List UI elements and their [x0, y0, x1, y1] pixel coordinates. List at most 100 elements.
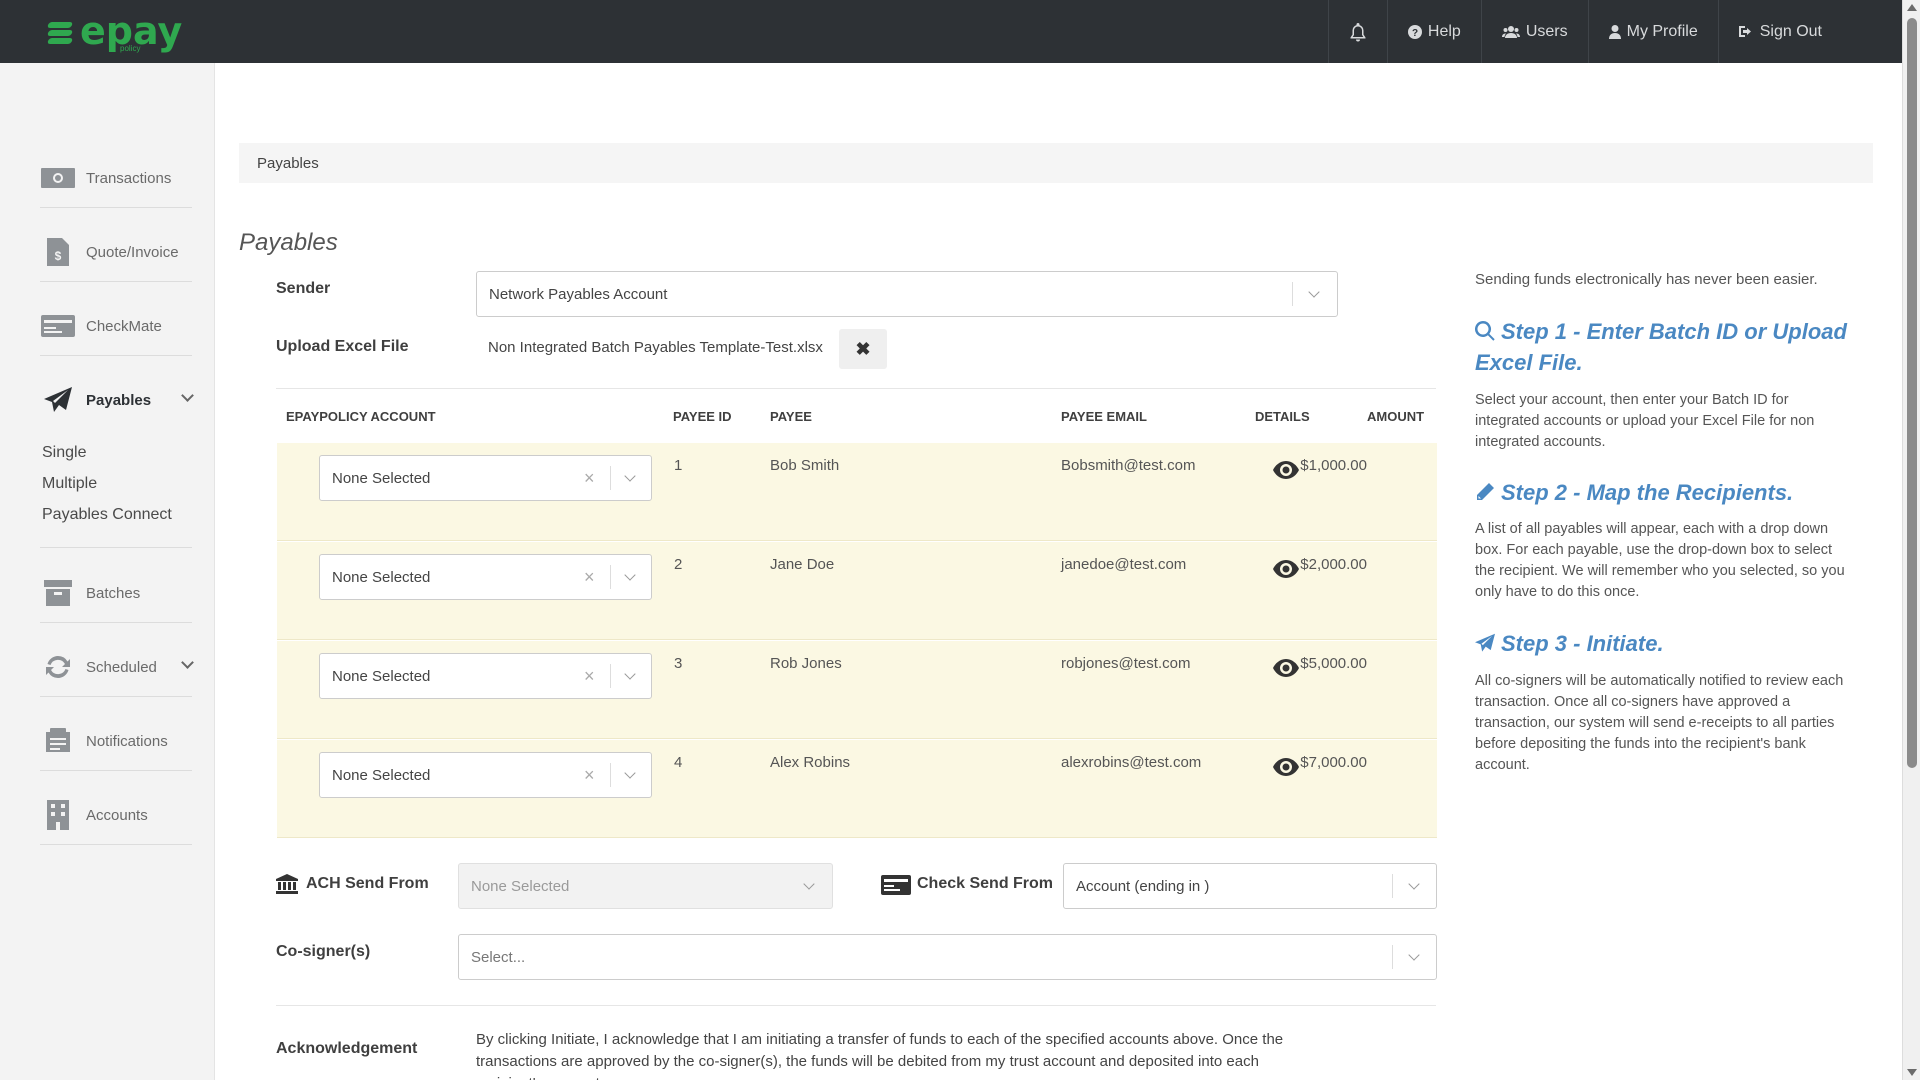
acknowledgement-text: By clicking Initiate, I acknowledge that… — [476, 1031, 1284, 1080]
column-header-payee-email: PAYEE EMAIL — [1061, 409, 1147, 424]
users-link[interactable]: Users — [1480, 0, 1588, 63]
account-select-value: None Selected — [332, 469, 431, 487]
ach-send-from-label: ACH Send From — [306, 875, 429, 892]
ach-select-value: None Selected — [471, 877, 570, 895]
clear-icon[interactable]: × — [584, 666, 595, 687]
users-label: Users — [1525, 22, 1568, 40]
paper-plane-icon — [40, 385, 76, 415]
chevron-down-icon[interactable] — [181, 389, 194, 402]
column-header-account: EPAYPOLICY ACCOUNT — [286, 409, 436, 424]
step-2-title: Step 2 - Map the Recipients. — [1475, 477, 1865, 508]
check-send-from-select[interactable]: Account (ending in ) — [1063, 863, 1437, 909]
ach-send-from-select[interactable]: None Selected — [458, 863, 833, 909]
my-profile-link[interactable]: My Profile — [1587, 0, 1718, 63]
sidebar-item-batches[interactable]: Batches — [40, 578, 192, 608]
sidebar: Transactions $ Quote/Invoice CheckMate P… — [0, 63, 215, 1080]
chevron-down-icon — [624, 668, 636, 680]
sidebar-item-transactions[interactable]: Transactions — [40, 163, 192, 193]
paper-plane-icon — [1475, 633, 1495, 652]
sender-select[interactable]: Network Payables Account — [476, 271, 1338, 317]
select-separator — [1392, 945, 1393, 969]
sidebar-item-quote-invoice[interactable]: $ Quote/Invoice — [40, 237, 192, 267]
account-select-value: None Selected — [332, 568, 431, 586]
sidebar-item-accounts[interactable]: Accounts — [40, 800, 192, 830]
account-select-value: None Selected — [332, 766, 431, 784]
question-circle-icon: ? — [1407, 24, 1422, 39]
sign-out-link[interactable]: Sign Out — [1717, 0, 1902, 63]
check-icon — [40, 311, 76, 341]
scrollbar-thumb[interactable] — [1907, 18, 1917, 768]
bell-icon — [1350, 22, 1366, 41]
column-header-details: DETAILS — [1255, 409, 1310, 424]
step-2-body: A list of all payables will appear, each… — [1475, 521, 1845, 600]
select-separator — [1292, 282, 1293, 306]
chevron-down-icon — [624, 767, 636, 779]
account-select[interactable]: None Selected × — [319, 554, 652, 600]
step-1-title-text: Step 1 - Enter Batch ID or Upload Excel … — [1475, 319, 1847, 375]
page-scrollbar[interactable] — [1902, 0, 1920, 1080]
sidebar-item-label: CheckMate — [86, 317, 162, 335]
payee-id: 2 — [674, 556, 683, 573]
sidebar-divider — [40, 207, 192, 208]
step-3-title: Step 3 - Initiate. — [1475, 628, 1865, 659]
column-header-amount: AMOUNT — [1367, 409, 1425, 424]
select-separator — [610, 466, 611, 490]
sidebar-item-payables[interactable]: Payables — [40, 385, 194, 415]
close-icon: ✖ — [855, 338, 871, 359]
clear-icon[interactable]: × — [584, 468, 595, 489]
cosigner-label: Co-signer(s) — [276, 943, 371, 960]
sidebar-subitem-single[interactable]: Single — [42, 444, 86, 462]
sidebar-subitem-multiple[interactable]: Multiple — [42, 475, 97, 493]
search-icon — [1474, 320, 1495, 341]
help-link[interactable]: ? Help — [1386, 0, 1481, 63]
user-icon — [1608, 24, 1621, 39]
column-header-payee-id: PAYEE ID — [673, 409, 732, 424]
scroll-up-arrow-icon[interactable] — [1907, 4, 1917, 11]
logo-subtext: policy — [120, 44, 141, 53]
breadcrumb-item[interactable]: Payables — [257, 155, 319, 172]
account-select-value: None Selected — [332, 667, 431, 685]
sidebar-item-checkmate[interactable]: CheckMate — [40, 311, 192, 341]
chevron-down-icon — [624, 569, 636, 581]
remove-file-button[interactable]: ✖ — [839, 329, 887, 369]
cosigner-placeholder: Select... — [471, 948, 526, 966]
help-label: Help — [1427, 22, 1461, 40]
invoice-icon: $ — [40, 237, 76, 267]
chevron-down-icon — [1408, 878, 1420, 890]
sidebar-subitem-payables-connect[interactable]: Payables Connect — [42, 506, 172, 524]
notifications-bell-button[interactable] — [1327, 0, 1387, 63]
chevron-down-icon — [803, 878, 815, 890]
divider — [276, 1005, 1436, 1006]
sidebar-divider — [40, 355, 192, 356]
sidebar-item-scheduled[interactable]: Scheduled — [40, 652, 194, 682]
chevron-down-icon — [1408, 949, 1420, 961]
account-select[interactable]: None Selected × — [319, 455, 652, 501]
clear-icon[interactable]: × — [584, 765, 595, 786]
sidebar-item-label: Accounts — [86, 806, 148, 824]
sidebar-item-label: Batches — [86, 584, 141, 602]
top-nav: ? Help Users My Profile Sign Out — [1327, 0, 1902, 63]
chevron-down-icon[interactable] — [181, 656, 194, 669]
sender-select-value: Network Payables Account — [489, 285, 668, 303]
sign-out-icon — [1738, 26, 1751, 37]
cosigner-select[interactable]: Select... — [458, 934, 1437, 980]
account-select[interactable]: None Selected × — [319, 653, 652, 699]
sidebar-item-label: Notifications — [86, 732, 168, 750]
clear-icon[interactable]: × — [584, 567, 595, 588]
step-1-body: Select your account, then enter your Bat… — [1475, 392, 1815, 450]
logo-mark-icon — [46, 17, 76, 47]
select-separator — [610, 565, 611, 589]
payee-id: 4 — [674, 754, 683, 771]
divider — [276, 388, 1436, 389]
acknowledgement-label: Acknowledgement — [276, 1040, 418, 1057]
scroll-down-arrow-icon[interactable] — [1907, 1069, 1917, 1076]
epay-logo[interactable]: epay policy — [46, 0, 182, 63]
sidebar-item-label: Payables — [86, 391, 152, 409]
sidebar-item-notifications[interactable]: Notifications — [40, 726, 192, 756]
step-3-body: All co-signers will be automatically not… — [1475, 673, 1844, 773]
breadcrumb: Payables — [239, 143, 1873, 183]
step-1-title: Step 1 - Enter Batch ID or Upload Excel … — [1474, 316, 1865, 378]
sign-out-label: Sign Out — [1759, 22, 1822, 40]
account-select[interactable]: None Selected × — [319, 752, 652, 798]
sender-label: Sender — [276, 280, 331, 297]
